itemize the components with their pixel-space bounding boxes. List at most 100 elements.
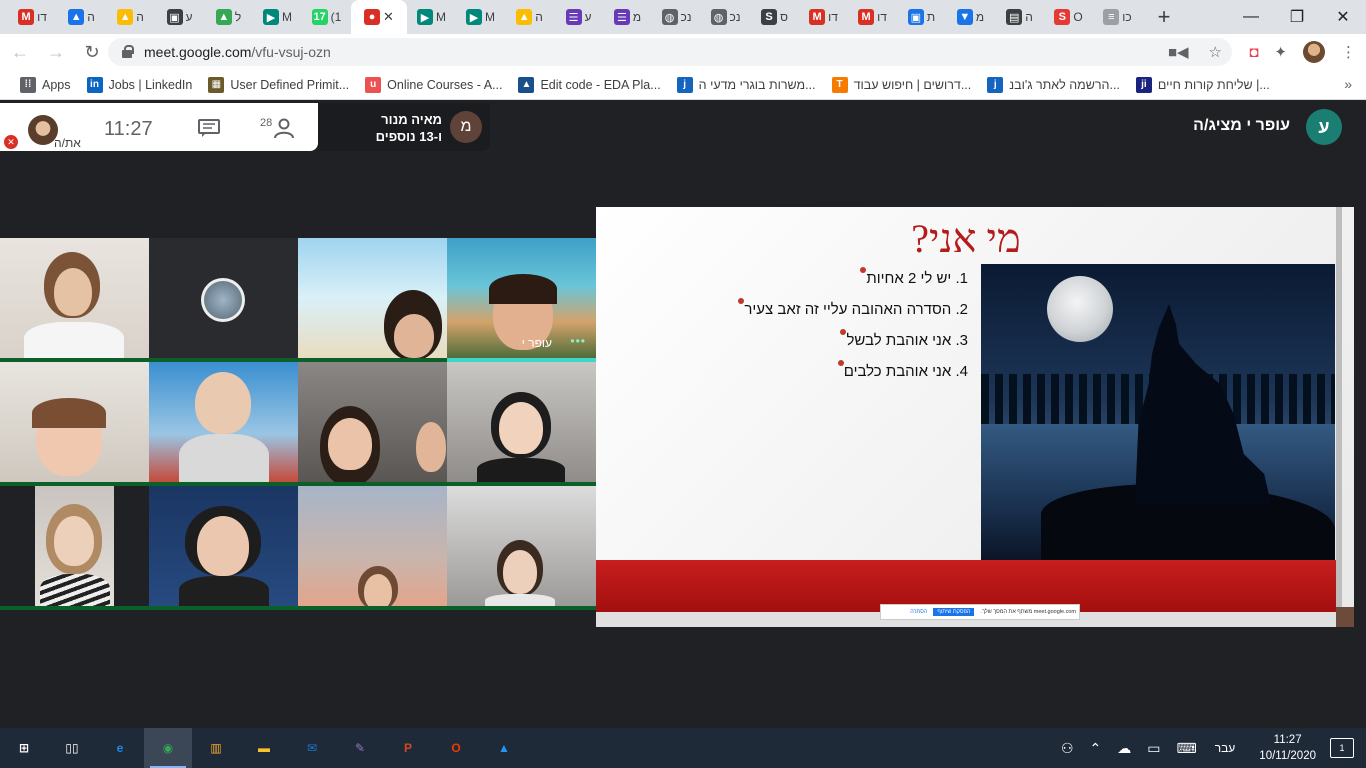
taskbar-button[interactable]: ◉: [144, 728, 192, 768]
contacts-icon: ▣: [907, 9, 924, 25]
forms-icon: ☰: [565, 9, 582, 25]
back-button[interactable]: ←: [4, 36, 36, 68]
participant-tile[interactable]: [298, 238, 447, 362]
bookmark-item[interactable]: ⁞⁞ Apps: [20, 76, 71, 93]
taskbar-button[interactable]: ▬: [240, 728, 288, 768]
chrome-menu-icon[interactable]: ⋮: [1341, 43, 1356, 61]
restore-button[interactable]: ❐: [1274, 0, 1320, 34]
browser-tab[interactable]: ☰ ע: [554, 0, 603, 34]
url-text[interactable]: meet.google.com/vfu-vsuj-ozn: [144, 44, 331, 60]
browser-tab[interactable]: M דו: [848, 0, 897, 34]
browser-tab[interactable]: ▲ ה: [505, 0, 554, 34]
browser-tab[interactable]: 17 (1: [302, 0, 351, 34]
participant-tile[interactable]: [0, 486, 149, 610]
participant-tile[interactable]: [298, 486, 447, 610]
browser-tab[interactable]: ▣ ע: [155, 0, 204, 34]
taskbar-button[interactable]: ▲: [480, 728, 528, 768]
people-tray-icon[interactable]: ⚇: [1061, 740, 1074, 757]
input-language[interactable]: עבר: [1215, 741, 1236, 755]
browser-tab[interactable]: Sס: [750, 0, 799, 34]
chat-icon[interactable]: [198, 119, 220, 137]
profile-avatar[interactable]: [1303, 41, 1325, 63]
browser-tab[interactable]: ▲ ל: [204, 0, 253, 34]
taskbar-button[interactable]: ✉: [288, 728, 336, 768]
office-icon: O: [451, 741, 461, 755]
taskbar-button[interactable]: ▥: [192, 728, 240, 768]
edge-icon: e: [116, 741, 124, 755]
reload-button[interactable]: ↻: [76, 36, 108, 68]
browser-tab[interactable]: ▶ M: [253, 0, 302, 34]
people-icon[interactable]: [268, 117, 296, 139]
more-options-icon[interactable]: •••: [570, 334, 586, 348]
puzzle-extensions-icon[interactable]: ✦: [1274, 43, 1287, 61]
participant-face: [499, 402, 543, 454]
taskbar-button[interactable]: ⊞: [0, 728, 48, 768]
taskbar-button[interactable]: ✎: [336, 728, 384, 768]
browser-tab[interactable]: ☰ מ: [603, 0, 652, 34]
browser-tab[interactable]: SO: [1044, 0, 1093, 34]
drive-icon: ▲: [215, 9, 232, 25]
lock-icon[interactable]: [120, 45, 134, 59]
network-icon[interactable]: ▭: [1147, 740, 1160, 757]
browser-tab[interactable]: ▼ מ: [946, 0, 995, 34]
photos-icon: ▲: [498, 741, 510, 755]
onedrive-error-icon[interactable]: ☁: [1117, 740, 1131, 757]
address-bar[interactable]: meet.google.com/vfu-vsuj-ozn ■◀ ☆: [108, 38, 1232, 66]
bookmark-item[interactable]: ▦ User Defined Primit...: [208, 76, 349, 93]
bookmarks-overflow-button[interactable]: »: [1344, 76, 1352, 92]
browser-tab[interactable]: ◍ נכ: [652, 0, 701, 34]
notification-center-icon[interactable]: 1: [1330, 738, 1354, 758]
browser-tab[interactable]: ▶ M: [407, 0, 456, 34]
participant-tile[interactable]: [149, 238, 298, 362]
participant-tile[interactable]: [447, 362, 596, 486]
participant-tile[interactable]: [0, 238, 149, 362]
bookmark-star-icon[interactable]: ☆: [1209, 43, 1222, 61]
system-tray: ⚇ ⌃ ☁ ▭ ⌨ עבר 11:27 10/11/2020 1: [1053, 728, 1366, 768]
bookmark-label: Apps: [42, 77, 71, 92]
taskbar-button[interactable]: P: [384, 728, 432, 768]
taskbar-apps: ⊞ ▯▯ e ◉ ▥ ▬ ✉ ✎ P O ▲: [0, 728, 528, 768]
taskbar-button[interactable]: ▯▯: [48, 728, 96, 768]
bookmark-item[interactable]: in Jobs | LinkedIn: [86, 76, 192, 93]
browser-tab[interactable]: ▲ ה: [57, 0, 106, 34]
browser-tab[interactable]: ≡ כו: [1093, 0, 1142, 34]
camera-indicator-icon[interactable]: ■◀: [1168, 43, 1189, 61]
tab-label: מ: [632, 10, 642, 24]
new-tab-button[interactable]: +: [1150, 0, 1178, 34]
browser-tab[interactable]: ▲ ה: [106, 0, 155, 34]
hide-banner-button[interactable]: הסתרה: [910, 609, 927, 615]
bookmark-item[interactable]: u Online Courses - A...: [365, 76, 502, 93]
bookmark-item[interactable]: T דרושים | חיפוש עבוד...: [831, 76, 971, 93]
stop-sharing-button[interactable]: הפסקת שיתוף: [933, 608, 975, 616]
keyboard-icon[interactable]: ⌨: [1177, 740, 1197, 757]
participant-tile[interactable]: [447, 486, 596, 610]
taskbar-button[interactable]: e: [96, 728, 144, 768]
browser-tab[interactable]: M דו: [799, 0, 848, 34]
pocket-extension-icon[interactable]: ◘: [1249, 44, 1258, 61]
forward-button[interactable]: →: [40, 36, 72, 68]
bookmark-item[interactable]: j משרות בוגרי מדעי ה...: [676, 76, 816, 93]
gmail-icon: M: [809, 9, 826, 25]
browser-tab[interactable]: ▤ ה: [995, 0, 1044, 34]
taskbar-button[interactable]: O: [432, 728, 480, 768]
slide-bullet: 4. אני אוהבת כלבים: [638, 360, 968, 391]
bookmark-item[interactable]: ji שליחת קורות חיים |...: [1135, 76, 1270, 93]
close-tab-icon[interactable]: ✕: [383, 9, 394, 25]
taskbar-clock[interactable]: 11:27 10/11/2020: [1259, 732, 1316, 764]
participant-tile[interactable]: [298, 362, 447, 486]
browser-tab[interactable]: ▣ ת: [897, 0, 946, 34]
participant-tile[interactable]: [149, 362, 298, 486]
close-window-button[interactable]: ✕: [1320, 0, 1366, 34]
browser-tab[interactable]: ◍ נכ: [701, 0, 750, 34]
bookmark-item[interactable]: ▲ Edit code - EDA Pla...: [518, 76, 661, 93]
browser-tab[interactable]: ● ✕: [351, 0, 407, 34]
participant-tile[interactable]: [0, 362, 149, 486]
bookmark-item[interactable]: j הרשמה לאתר ג'ובנ...: [987, 76, 1120, 93]
chevron-up-icon[interactable]: ⌃: [1090, 740, 1102, 757]
participant-tile[interactable]: [149, 486, 298, 610]
participant-tile-presenter[interactable]: עופר י •••: [447, 238, 596, 362]
browser-tab[interactable]: ▶ M: [456, 0, 505, 34]
browser-tab[interactable]: M דו: [8, 0, 57, 34]
tab-label: ה: [535, 10, 543, 24]
minimize-button[interactable]: —: [1228, 0, 1274, 34]
